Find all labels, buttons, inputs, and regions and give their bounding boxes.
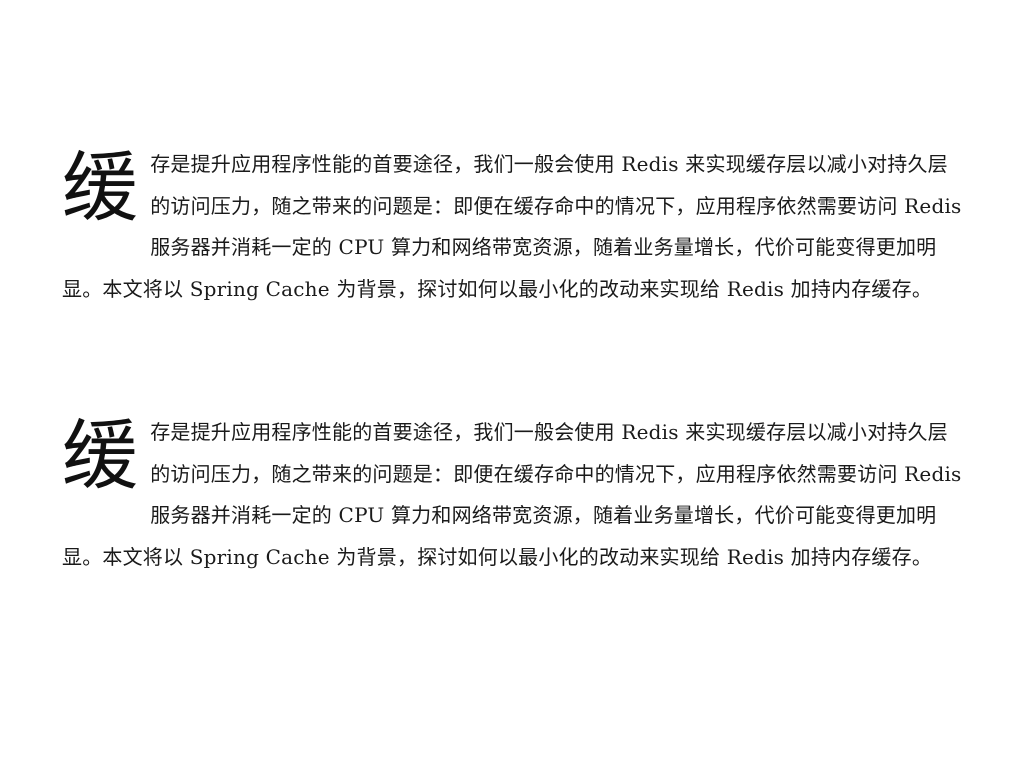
drop-cap: 缓: [62, 143, 139, 232]
paragraph-text: 存是提升应用程序性能的首要途径，我们一般会使用 Redis 来实现缓存层以减小对…: [62, 420, 962, 569]
paragraph-2: 缓 存是提升应用程序性能的首要途径，我们一般会使用 Redis 来实现缓存层以减…: [62, 412, 968, 578]
paragraph-text: 存是提升应用程序性能的首要途径，我们一般会使用 Redis 来实现缓存层以减小对…: [62, 152, 962, 301]
drop-cap: 缓: [62, 411, 139, 500]
paragraph-1: 缓 存是提升应用程序性能的首要途径，我们一般会使用 Redis 来实现缓存层以减…: [62, 144, 968, 310]
